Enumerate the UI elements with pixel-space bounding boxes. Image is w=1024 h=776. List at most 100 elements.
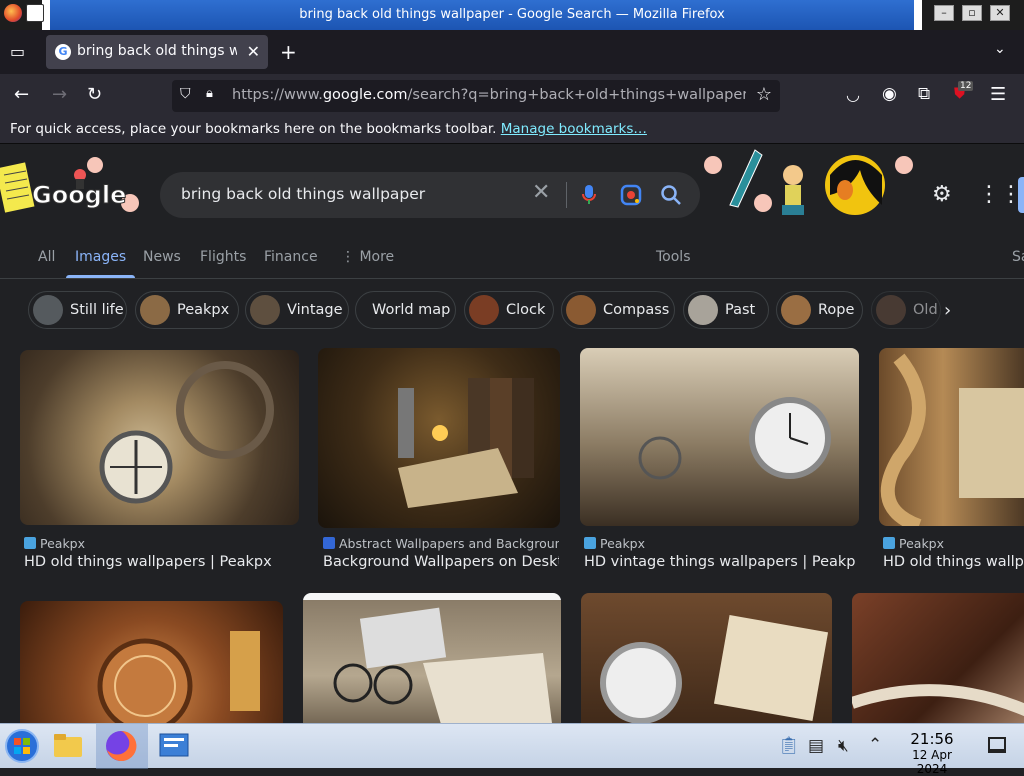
tray-expand-icon[interactable]: ⌃: [868, 735, 882, 755]
result-source[interactable]: Peakpx: [24, 536, 294, 551]
chip-world-map[interactable]: World map: [355, 291, 456, 329]
result-title[interactable]: Background Wallpapers on Deskt...: [323, 554, 559, 570]
tab-close-icon[interactable]: ✕: [247, 42, 260, 61]
result-source-label: Peakpx: [600, 536, 646, 551]
new-tab-button[interactable]: +: [280, 40, 297, 64]
chip-peakpx[interactable]: Peakpx: [135, 291, 239, 329]
result-title[interactable]: HD old things wallpapers | Peakpx: [24, 554, 296, 570]
file-manager-icon[interactable]: [50, 728, 86, 764]
account-icon[interactable]: ◉: [882, 84, 897, 104]
chip-rope[interactable]: Rope: [776, 291, 863, 329]
peakpx-favicon-icon: [584, 537, 596, 549]
search-type-tabs: All Images News Flights Finance ⋮ More T…: [0, 243, 1024, 279]
chip-clock[interactable]: Clock: [464, 291, 554, 329]
pocket-icon[interactable]: ◡: [846, 85, 860, 104]
result-image[interactable]: [303, 593, 561, 723]
manage-bookmarks-link[interactable]: Manage bookmarks…: [501, 121, 647, 137]
result-image[interactable]: [581, 593, 832, 723]
tab-more[interactable]: ⋮ More: [341, 249, 394, 265]
settings-gear-icon[interactable]: ⚙: [932, 182, 952, 207]
start-menu-icon[interactable]: [4, 728, 40, 764]
books-candle-image: [398, 378, 534, 508]
voice-search-icon[interactable]: [582, 185, 596, 205]
quill-image: [852, 684, 1024, 717]
tab-more-label: More: [359, 249, 395, 265]
chip-label: Still life: [70, 302, 124, 318]
safesearch-button[interactable]: Sa: [1012, 249, 1024, 265]
tab-google-search[interactable]: G bring back old things wallpaper ✕: [46, 35, 268, 69]
result-source-label: Abstract Wallpapers and Background...: [339, 536, 559, 551]
more-dots-icon: ⋮: [341, 249, 355, 265]
url-text[interactable]: https://www.google.com/search?q=bring+ba…: [232, 87, 746, 103]
firefox-taskbar-icon[interactable]: [103, 728, 139, 764]
result-image[interactable]: [580, 348, 859, 526]
result-image[interactable]: [879, 348, 1024, 526]
result-title[interactable]: HD old things wallpap: [883, 554, 1024, 570]
back-button[interactable]: ←: [14, 84, 29, 105]
list-all-tabs-icon[interactable]: ⌄: [994, 41, 1006, 57]
peakpx-favicon-icon: [883, 537, 895, 549]
chip-thumbnail: [688, 295, 718, 325]
forward-button[interactable]: →: [52, 84, 67, 105]
tab-flights[interactable]: Flights: [200, 249, 246, 265]
glasses-notebook-image: [333, 607, 552, 723]
minimize-button[interactable]: –: [934, 5, 954, 21]
chip-compass[interactable]: Compass: [561, 291, 675, 329]
chip-label: Clock: [506, 302, 546, 318]
result-source[interactable]: Peakpx: [883, 536, 1024, 551]
tab-images[interactable]: Images: [65, 249, 136, 278]
search-submit-icon[interactable]: [660, 184, 682, 206]
result-image[interactable]: [20, 350, 299, 525]
result-source[interactable]: Peakpx: [584, 536, 854, 551]
lens-search-icon[interactable]: [620, 184, 642, 206]
clear-search-icon[interactable]: ✕: [532, 180, 550, 205]
bookmarks-hint: For quick access, place your bookmarks h…: [10, 121, 497, 137]
url-bar[interactable]: ⛉ 🔒︎ https://www.google.com/search?q=bri…: [172, 80, 780, 112]
sign-in-button[interactable]: [1018, 177, 1024, 213]
abstract-wallpapers-favicon-icon: [323, 537, 335, 549]
result-source[interactable]: Abstract Wallpapers and Background...: [323, 536, 559, 551]
notes-tray-icon[interactable]: ▤: [808, 736, 824, 756]
clipboard-tray-icon[interactable]: 📋︎: [778, 736, 800, 756]
extension-badge: 12: [958, 81, 974, 91]
clock-date: 12 Apr 2024: [912, 748, 952, 776]
result-title[interactable]: HD vintage things wallpapers | Peakpx: [584, 554, 856, 570]
chip-old[interactable]: Old: [871, 291, 941, 329]
volume-muted-icon[interactable]: 🔇︎: [838, 736, 849, 756]
chip-thumbnail: [33, 295, 63, 325]
chip-label: Vintage: [287, 302, 343, 318]
tab-overview-icon[interactable]: ▭: [10, 42, 25, 61]
chips-next-chevron-icon[interactable]: ›: [944, 300, 951, 321]
bookmark-star-icon[interactable]: ☆: [756, 84, 772, 105]
titlebar-right-controls: – ▫ ✕: [914, 0, 1024, 30]
show-desktop-icon[interactable]: [988, 737, 1006, 753]
tracking-shield-icon[interactable]: ⛉: [180, 86, 191, 102]
search-query-input[interactable]: bring back old things wallpaper: [181, 185, 425, 203]
search-box[interactable]: bring back old things wallpaper ✕: [160, 172, 700, 218]
result-image[interactable]: [20, 601, 283, 723]
system-clock[interactable]: 21:56 12 Apr 2024: [896, 730, 968, 776]
reload-button[interactable]: ↻: [87, 84, 102, 105]
chip-vintage[interactable]: Vintage: [245, 291, 349, 329]
result-image[interactable]: [852, 593, 1024, 723]
tools-button[interactable]: Tools: [656, 249, 691, 265]
chip-past[interactable]: Past: [683, 291, 769, 329]
lock-icon[interactable]: 🔒︎: [206, 86, 213, 101]
control-panel-icon[interactable]: [156, 728, 192, 764]
pocket-watch-letters-image: [600, 615, 829, 723]
clock-time: 21:56: [910, 730, 954, 748]
tab-news[interactable]: News: [143, 249, 181, 265]
app-menu-icon[interactable]: ☰: [990, 84, 1006, 105]
tab-finance[interactable]: Finance: [264, 249, 318, 265]
window-title: bring back old things wallpaper - Google…: [299, 7, 725, 22]
google-doodle-logo[interactable]: Google: [0, 153, 150, 223]
navigation-toolbar: ← → ↻ ⛉ 🔒︎ https://www.google.com/search…: [0, 74, 1024, 118]
close-window-button[interactable]: ✕: [990, 5, 1010, 21]
result-source-label: Peakpx: [40, 536, 86, 551]
maximize-button[interactable]: ▫: [962, 5, 982, 21]
tab-all[interactable]: All: [38, 249, 55, 265]
extensions-icon[interactable]: ⧉: [918, 84, 930, 104]
result-image[interactable]: [318, 348, 560, 528]
chip-still-life[interactable]: Still life: [28, 291, 127, 329]
chip-thumbnail: [469, 295, 499, 325]
